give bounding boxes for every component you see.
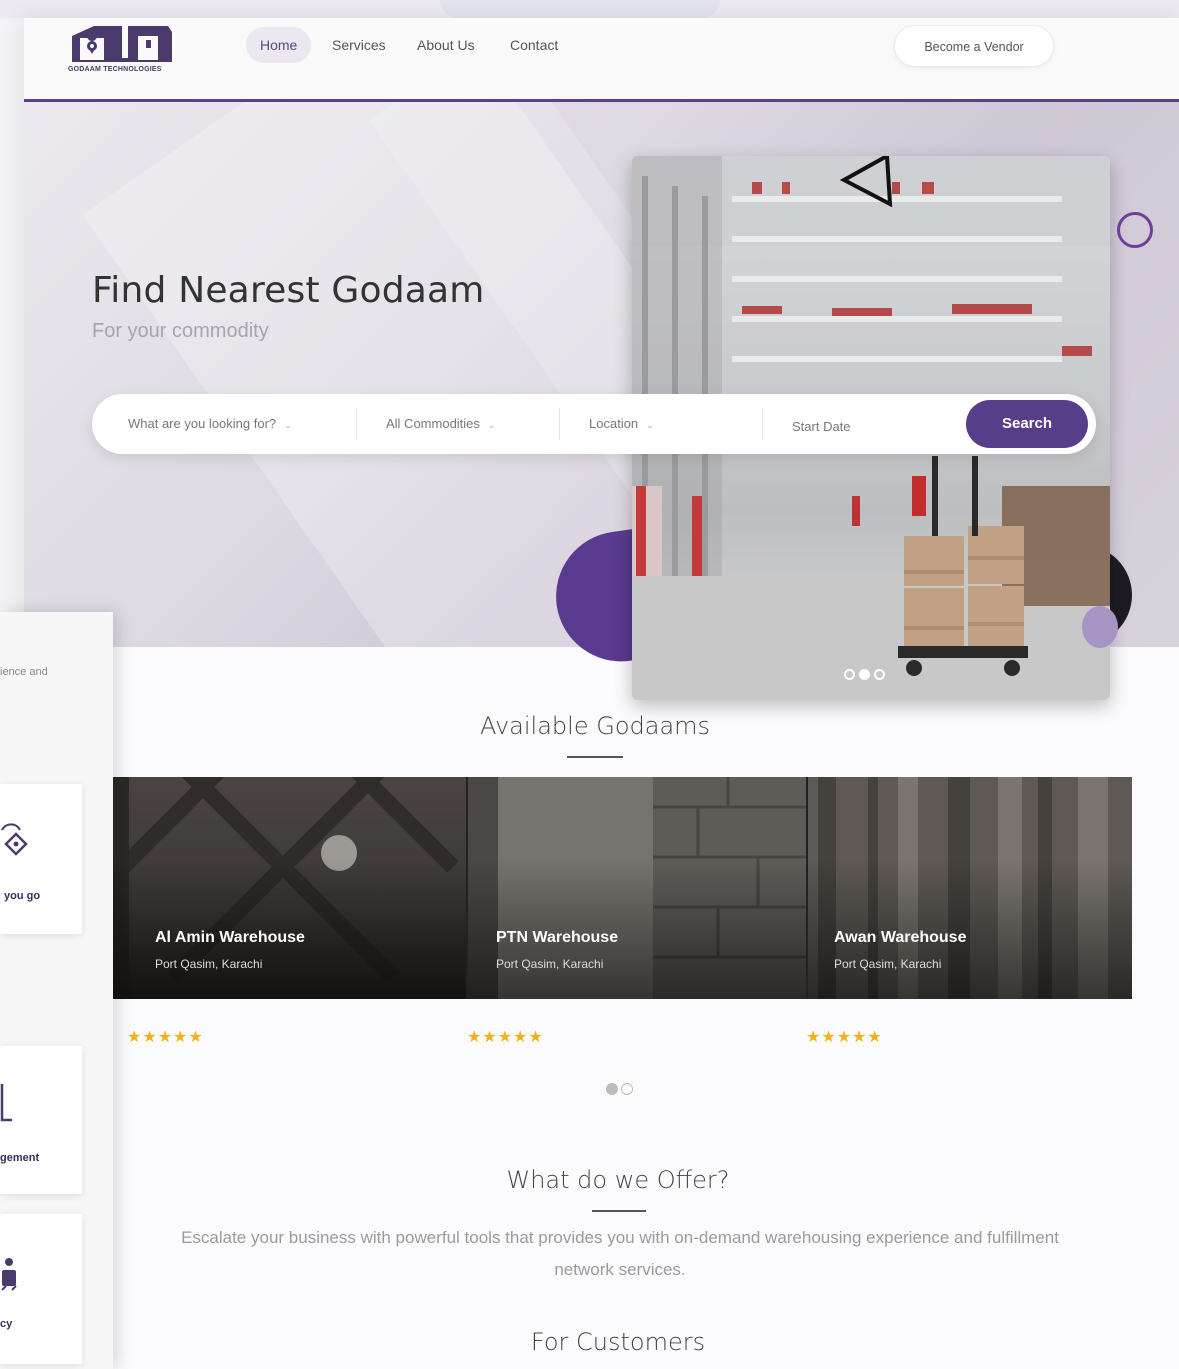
for-customers-title: For Customers	[530, 1328, 706, 1356]
hero-title: Find Nearest Godaam	[92, 270, 485, 311]
chevron-down-icon: ⌄	[646, 420, 654, 430]
top-stripe	[0, 0, 1179, 18]
chevron-down-icon: ⌄	[487, 420, 496, 430]
lilac-blob-decoration	[1082, 606, 1118, 648]
page-dot-active[interactable]	[606, 1083, 618, 1095]
commodities-select[interactable]: All Commodities ⌄	[386, 394, 495, 454]
tag-icon	[1, 823, 28, 856]
godaam-card[interactable]: PTN Warehouse Port Qasim, Karachi	[468, 777, 806, 999]
what-looking-for-select[interactable]: What are you looking for? ⌄	[128, 394, 292, 454]
commodities-label: All Commodities	[386, 416, 480, 431]
management-icon	[0, 1084, 12, 1122]
feature-card[interactable]: gement	[0, 1046, 82, 1194]
star-rating: ★★★★★	[806, 1029, 883, 1046]
godaam-name: Al Amin Warehouse	[155, 929, 305, 946]
efficiency-icon	[1, 1258, 17, 1291]
hero-slider-dots	[844, 666, 889, 681]
godaam-name: Awan Warehouse	[834, 929, 967, 946]
star-rating: ★★★★★	[127, 1029, 204, 1046]
chevron-down-icon: ⌄	[284, 420, 292, 430]
feature-label: gement	[0, 1152, 40, 1164]
nav-home[interactable]: Home	[246, 27, 312, 63]
warehouse-logo-icon	[72, 26, 172, 62]
title-underline	[567, 756, 623, 758]
feature-label: you go	[4, 890, 41, 902]
godaam-location: Port Qasim, Karachi	[155, 957, 263, 971]
godaam-card[interactable]: Awan Warehouse Port Qasim, Karachi	[808, 777, 1132, 999]
nav-contact[interactable]: Contact	[496, 27, 572, 63]
location-select[interactable]: Location ⌄	[589, 394, 654, 454]
godaam-location: Port Qasim, Karachi	[834, 957, 942, 971]
logo-text: GODAAM TECHNOLOGIES	[68, 66, 162, 73]
offer-title: What do we Offer?	[506, 1166, 730, 1194]
left-overlay-panel: ience and you go gement cy	[0, 612, 113, 1369]
logo[interactable]: GODAAM TECHNOLOGIES	[68, 18, 178, 78]
slider-dot-active[interactable]	[859, 669, 870, 681]
search-bar: What are you looking for? ⌄ All Commoditi…	[92, 394, 1096, 454]
start-date-input[interactable]: Start Date	[792, 397, 851, 457]
godaam-name: PTN Warehouse	[496, 929, 619, 946]
location-label: Location	[589, 416, 639, 431]
nav-services[interactable]: Services	[318, 27, 400, 63]
slider-dot[interactable]	[874, 669, 885, 681]
godaam-location: Port Qasim, Karachi	[496, 957, 604, 971]
feature-card[interactable]: you go	[0, 784, 82, 934]
ring-decoration	[1117, 212, 1153, 248]
available-godaams-title: Available Godaams	[479, 712, 711, 740]
page-dot[interactable]	[621, 1083, 633, 1095]
search-button[interactable]: Search	[966, 400, 1088, 448]
star-rating: ★★★★★	[467, 1029, 544, 1046]
feature-label: cy	[0, 1318, 13, 1330]
godaams-pagination-dots	[606, 1082, 636, 1100]
feature-card[interactable]: cy	[0, 1214, 82, 1364]
godaam-card[interactable]: Al Amin Warehouse Port Qasim, Karachi	[113, 777, 467, 999]
divider	[356, 408, 357, 440]
divider	[762, 408, 763, 440]
become-vendor-button[interactable]: Become a Vendor	[894, 25, 1054, 67]
title-underline	[592, 1210, 646, 1212]
divider	[559, 408, 560, 440]
slider-dot[interactable]	[844, 669, 855, 681]
panel-text-fragment: ience and	[0, 666, 48, 678]
nav-about-us[interactable]: About Us	[403, 27, 489, 63]
hero-subtitle: For your commodity	[92, 320, 269, 342]
offer-description: Escalate your business with powerful too…	[181, 1228, 1059, 1279]
what-looking-for-label: What are you looking for?	[128, 416, 277, 431]
